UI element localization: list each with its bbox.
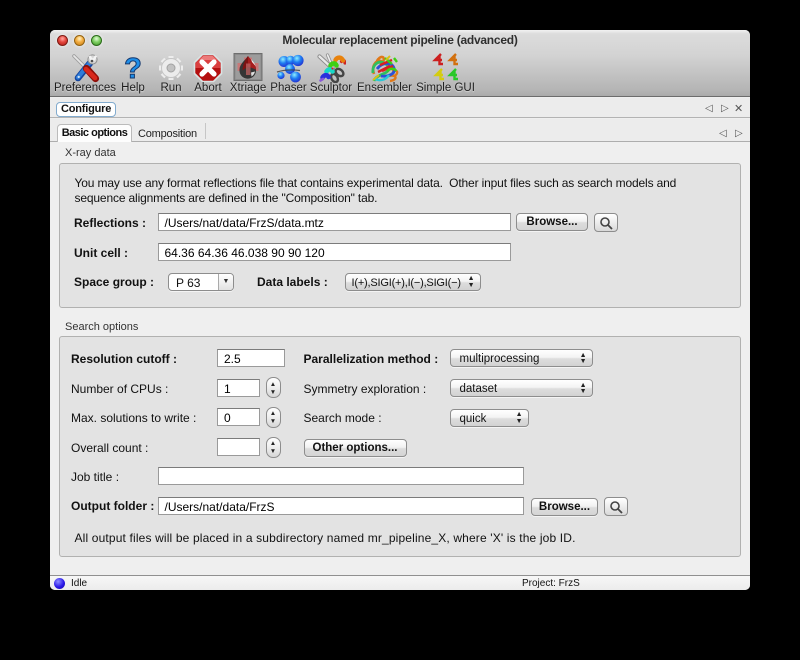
svg-text:?: ? (124, 53, 142, 83)
